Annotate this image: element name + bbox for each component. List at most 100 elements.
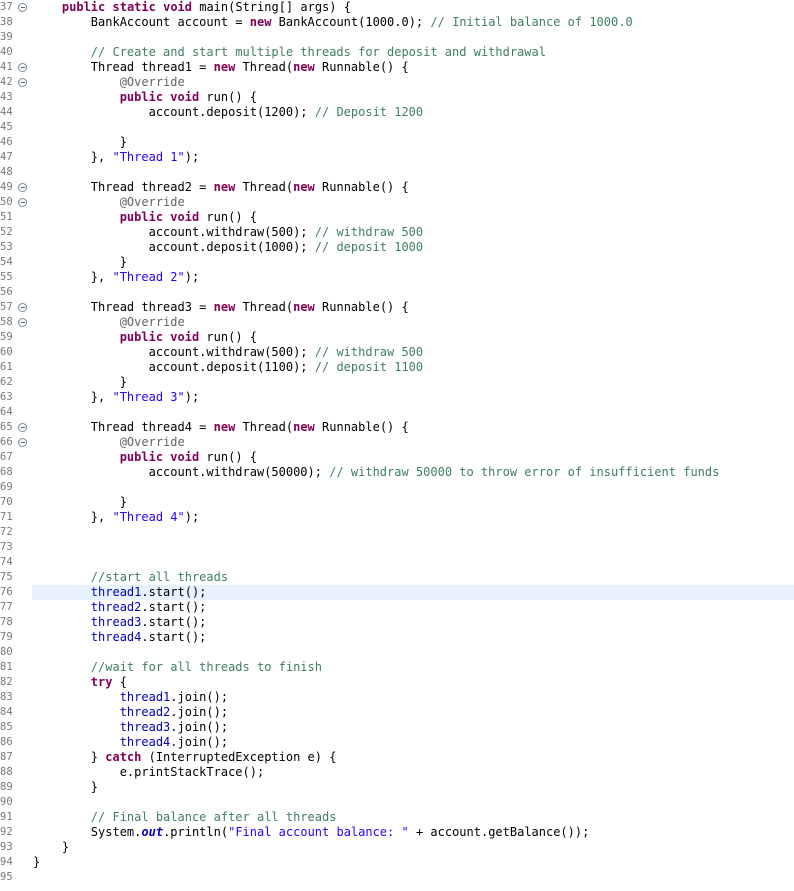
fold-collapse-icon[interactable]: [18, 183, 27, 192]
code-text[interactable]: account.deposit(1100); // deposit 1100: [33, 360, 424, 375]
code-line[interactable]: 49 Thread thread2 = new Thread(new Runna…: [0, 180, 794, 195]
code-line[interactable]: 89 }: [0, 780, 794, 795]
code-text[interactable]: thread4.join();: [33, 735, 228, 750]
code-line[interactable]: 59 public void run() {: [0, 330, 794, 345]
code-line[interactable]: 86 thread4.join();: [0, 735, 794, 750]
code-line[interactable]: 83 thread1.join();: [0, 690, 794, 705]
code-text[interactable]: account.deposit(1200); // Deposit 1200: [33, 105, 424, 120]
code-line[interactable]: 84 thread2.join();: [0, 705, 794, 720]
code-text[interactable]: public void run() {: [33, 90, 257, 105]
code-line[interactable]: 60 account.withdraw(500); // withdraw 50…: [0, 345, 794, 360]
code-lines[interactable]: 37 public static void main(String[] args…: [0, 0, 794, 885]
code-text[interactable]: }, "Thread 2");: [33, 270, 199, 285]
code-text[interactable]: // Create and start multiple threads for…: [33, 45, 546, 60]
code-line[interactable]: 66 @Override: [0, 435, 794, 450]
code-text[interactable]: thread3.start();: [33, 615, 207, 630]
code-text[interactable]: Thread thread3 = new Thread(new Runnable…: [33, 300, 409, 315]
code-line[interactable]: 69: [0, 480, 794, 495]
code-text[interactable]: @Override: [33, 195, 185, 210]
code-text[interactable]: thread4.start();: [33, 630, 207, 645]
code-line[interactable]: 39: [0, 30, 794, 45]
code-line[interactable]: 85 thread3.join();: [0, 720, 794, 735]
code-line[interactable]: 87 } catch (InterruptedException e) {: [0, 750, 794, 765]
code-line[interactable]: 62 }: [0, 375, 794, 390]
code-line[interactable]: 43 public void run() {: [0, 90, 794, 105]
code-text[interactable]: }: [33, 375, 127, 390]
code-line[interactable]: 42 @Override: [0, 75, 794, 90]
code-text[interactable]: }: [33, 840, 69, 855]
code-line[interactable]: 75 //start all threads: [0, 570, 794, 585]
code-line[interactable]: 45: [0, 120, 794, 135]
code-line[interactable]: 63 }, "Thread 3");: [0, 390, 794, 405]
code-text[interactable]: public void run() {: [33, 210, 257, 225]
code-text[interactable]: }, "Thread 4");: [33, 510, 199, 525]
code-line[interactable]: 48: [0, 165, 794, 180]
code-line[interactable]: 76 thread1.start();: [0, 585, 794, 600]
fold-collapse-icon[interactable]: [18, 423, 27, 432]
code-text[interactable]: public void run() {: [33, 330, 257, 345]
code-line[interactable]: 93 }: [0, 840, 794, 855]
fold-collapse-icon[interactable]: [18, 438, 27, 447]
code-line[interactable]: 77 thread2.start();: [0, 600, 794, 615]
code-text[interactable]: }: [33, 780, 98, 795]
code-text[interactable]: thread2.start();: [33, 600, 207, 615]
code-text[interactable]: //wait for all threads to finish: [33, 660, 322, 675]
code-line[interactable]: 46 }: [0, 135, 794, 150]
code-text[interactable]: e.printStackTrace();: [33, 765, 265, 780]
code-line[interactable]: 50 @Override: [0, 195, 794, 210]
fold-collapse-icon[interactable]: [18, 63, 27, 72]
code-text[interactable]: }: [33, 495, 127, 510]
code-line[interactable]: 56: [0, 285, 794, 300]
code-line[interactable]: 38 BankAccount account = new BankAccount…: [0, 15, 794, 30]
code-text[interactable]: } catch (InterruptedException e) {: [33, 750, 337, 765]
code-text[interactable]: Thread thread1 = new Thread(new Runnable…: [33, 60, 409, 75]
code-line[interactable]: 78 thread3.start();: [0, 615, 794, 630]
code-text[interactable]: @Override: [33, 315, 185, 330]
code-text[interactable]: account.deposit(1000); // deposit 1000: [33, 240, 424, 255]
code-text[interactable]: thread3.join();: [33, 720, 228, 735]
code-line[interactable]: 41 Thread thread1 = new Thread(new Runna…: [0, 60, 794, 75]
code-line[interactable]: 37 public static void main(String[] args…: [0, 0, 794, 15]
code-line[interactable]: 74: [0, 555, 794, 570]
code-line[interactable]: 57 Thread thread3 = new Thread(new Runna…: [0, 300, 794, 315]
code-line[interactable]: 54 }: [0, 255, 794, 270]
code-line[interactable]: 81 //wait for all threads to finish: [0, 660, 794, 675]
fold-collapse-icon[interactable]: [18, 78, 27, 87]
code-line[interactable]: 80: [0, 645, 794, 660]
code-line[interactable]: 65 Thread thread4 = new Thread(new Runna…: [0, 420, 794, 435]
code-line[interactable]: 70 }: [0, 495, 794, 510]
code-line[interactable]: 90: [0, 795, 794, 810]
code-line[interactable]: 61 account.deposit(1100); // deposit 110…: [0, 360, 794, 375]
code-text[interactable]: @Override: [33, 75, 185, 90]
code-line[interactable]: 73: [0, 540, 794, 555]
code-line[interactable]: 64: [0, 405, 794, 420]
code-text[interactable]: }: [33, 255, 127, 270]
code-text[interactable]: account.withdraw(50000); // withdraw 500…: [33, 465, 720, 480]
code-line[interactable]: 52 account.withdraw(500); // withdraw 50…: [0, 225, 794, 240]
code-text[interactable]: public static void main(String[] args) {: [33, 0, 351, 15]
code-line[interactable]: 91 // Final balance after all threads: [0, 810, 794, 825]
code-line[interactable]: 58 @Override: [0, 315, 794, 330]
code-line[interactable]: 68 account.withdraw(50000); // withdraw …: [0, 465, 794, 480]
code-text[interactable]: // Final balance after all threads: [33, 810, 337, 825]
fold-collapse-icon[interactable]: [18, 318, 27, 327]
code-editor[interactable]: 37 public static void main(String[] args…: [0, 0, 794, 891]
code-text[interactable]: account.withdraw(500); // withdraw 500: [33, 345, 424, 360]
code-line[interactable]: 67 public void run() {: [0, 450, 794, 465]
code-line[interactable]: 95: [0, 870, 794, 885]
code-text[interactable]: thread1.join();: [33, 690, 228, 705]
code-line[interactable]: 92 System.out.println("Final account bal…: [0, 825, 794, 840]
fold-collapse-icon[interactable]: [18, 198, 27, 207]
code-line[interactable]: 51 public void run() {: [0, 210, 794, 225]
code-text[interactable]: public void run() {: [33, 450, 257, 465]
code-line[interactable]: 71 }, "Thread 4");: [0, 510, 794, 525]
code-text[interactable]: System.out.println("Final account balanc…: [33, 825, 590, 840]
code-line[interactable]: 44 account.deposit(1200); // Deposit 120…: [0, 105, 794, 120]
code-line[interactable]: 88 e.printStackTrace();: [0, 765, 794, 780]
code-text[interactable]: thread2.join();: [33, 705, 228, 720]
code-text[interactable]: //start all threads: [33, 570, 228, 585]
code-text[interactable]: BankAccount account = new BankAccount(10…: [33, 15, 633, 30]
code-line[interactable]: 55 }, "Thread 2");: [0, 270, 794, 285]
code-text[interactable]: account.withdraw(500); // withdraw 500: [33, 225, 424, 240]
code-text[interactable]: @Override: [33, 435, 185, 450]
